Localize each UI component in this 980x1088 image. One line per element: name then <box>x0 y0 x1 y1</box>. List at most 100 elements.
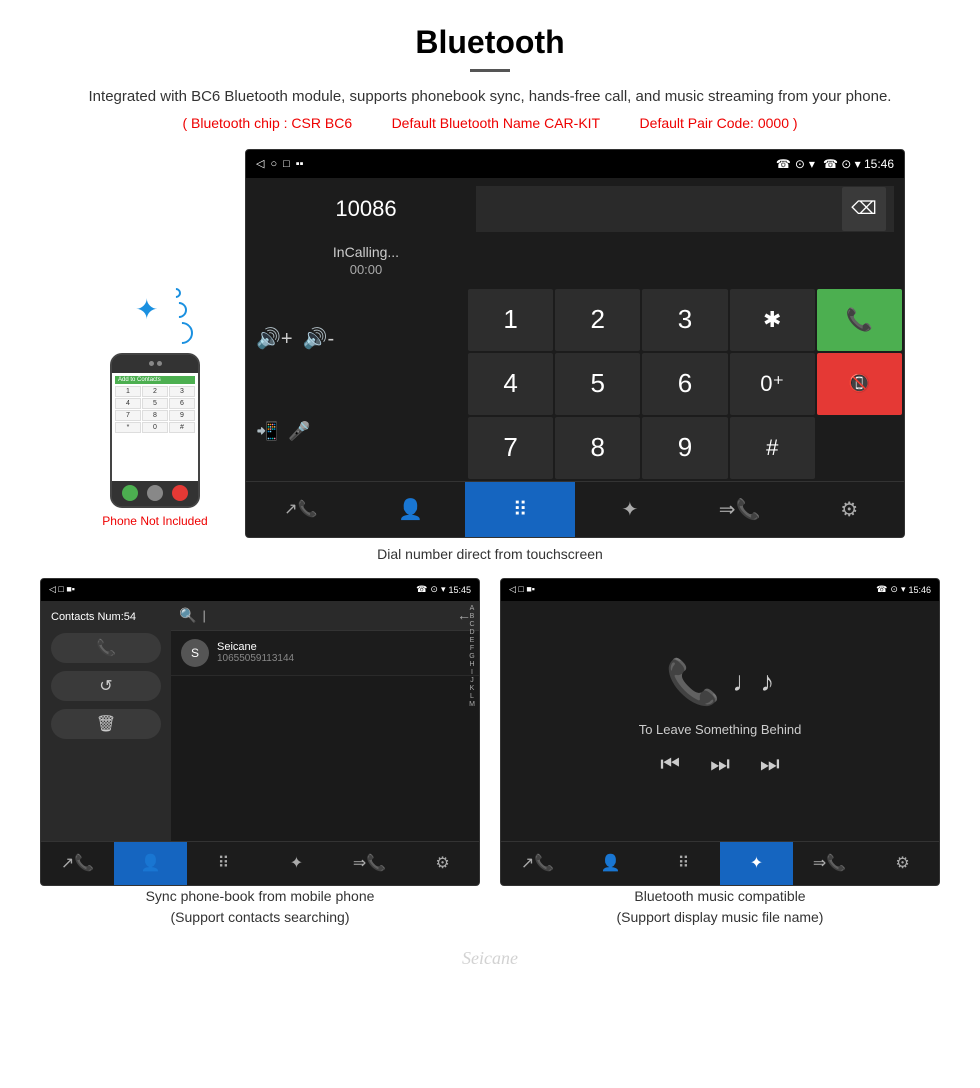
phone-mockup-left: ✦ Add to Contacts 1 2 3 4 5 6 <box>75 149 235 538</box>
contacts-wifi-icon: ▾ <box>441 584 446 595</box>
contacts-count: Contacts Num:54 <box>51 611 161 623</box>
music-time: 15:46 <box>908 585 931 595</box>
small-key[interactable]: 4 <box>115 398 141 409</box>
key-9[interactable]: 9 <box>642 417 727 479</box>
location-icon: ⊙ <box>795 157 805 171</box>
music-location-icon: ⊙ <box>890 584 898 595</box>
music-nav-transfer[interactable]: ⇒📞 <box>793 842 866 885</box>
music-nav-bt[interactable]: ✦ <box>720 842 793 885</box>
signal-lines-icon <box>171 288 193 344</box>
small-home-button[interactable] <box>147 485 163 501</box>
volume-up-icon[interactable]: 🔊+ <box>256 326 293 351</box>
small-key[interactable]: 5 <box>142 398 168 409</box>
nav-contacts[interactable]: 👤 <box>356 482 466 537</box>
page-description: Integrated with BC6 Bluetooth module, su… <box>20 86 960 109</box>
contact-details: Seicane 10655059113144 <box>217 641 294 664</box>
key-7[interactable]: 7 <box>468 417 553 479</box>
small-key[interactable]: 1 <box>115 386 141 397</box>
bluetooth-specs: ( Bluetooth chip : CSR BC6 Default Bluet… <box>20 115 960 131</box>
key-6[interactable]: 6 <box>642 353 727 415</box>
key-4[interactable]: 4 <box>468 353 553 415</box>
contacts-location-icon: ⊙ <box>430 584 438 595</box>
key-hash[interactable]: # <box>730 417 815 479</box>
nav-transfer[interactable]: ⇒📞 <box>685 482 795 537</box>
contacts-nav-dialpad[interactable]: ⠿ <box>187 842 260 885</box>
dial-number-area: 10086 <box>256 196 476 222</box>
contacts-sync-btn[interactable]: ↺ <box>51 671 161 701</box>
call-button[interactable]: 📞 <box>817 289 902 351</box>
back-icon: ◁ <box>256 157 264 170</box>
contact-number: 10655059113144 <box>217 653 294 664</box>
key-2[interactable]: 2 <box>555 289 640 351</box>
nav-dialpad[interactable]: ⠿ <box>465 482 575 537</box>
nav-phone-out[interactable]: ↗📞 <box>246 482 356 537</box>
small-key[interactable]: 7 <box>115 410 141 421</box>
notification-icons: ▪▪ <box>296 158 304 170</box>
key-star[interactable]: ✱ <box>730 289 815 351</box>
contacts-nav-bt[interactable]: ✦ <box>260 842 333 885</box>
phone-receiver-icon: 📞 <box>666 656 721 708</box>
contacts-nav-contacts[interactable]: 👤 <box>114 842 187 885</box>
search-cursor: | <box>202 608 205 623</box>
call-info-row: InCalling... 00:00 <box>246 240 904 287</box>
small-key[interactable]: 9 <box>169 410 195 421</box>
key-5[interactable]: 5 <box>555 353 640 415</box>
contacts-screen-wrap: ◁ □ ■▪ ☎ ⊙ ▾ 15:45 Contacts Num:54 📞 ↺ 🗑 <box>40 578 480 928</box>
small-key[interactable]: 2 <box>142 386 168 397</box>
contacts-main-wrapper: 🔍 | ← S Seicane 10655059113144 <box>171 601 479 841</box>
music-nav-phone[interactable]: ↗📞 <box>501 842 574 885</box>
phone-camera-icon <box>149 361 154 366</box>
dial-display: 10086 ⌫ <box>246 178 904 240</box>
call-timer: 00:00 <box>256 262 476 277</box>
key-0plus[interactable]: 0⁺ <box>730 353 815 415</box>
title-divider <box>470 69 510 72</box>
microphone-icon[interactable]: 🎤 <box>288 421 310 442</box>
dial-caption: Dial number direct from touchscreen <box>0 546 980 562</box>
small-key[interactable]: # <box>169 422 195 433</box>
nav-bluetooth[interactable]: ✦ <box>575 482 685 537</box>
bt-chip: ( Bluetooth chip : CSR BC6 <box>182 115 352 131</box>
volume-down-icon[interactable]: 🔊- <box>303 326 335 351</box>
contacts-android-screen: ◁ □ ■▪ ☎ ⊙ ▾ 15:45 Contacts Num:54 📞 ↺ 🗑 <box>40 578 480 886</box>
music-caption-line2: (Support display music file name) <box>617 909 824 925</box>
nav-settings[interactable]: ⚙ <box>794 482 904 537</box>
page-header: Bluetooth Integrated with BC6 Bluetooth … <box>0 0 980 149</box>
small-phone-screen: Add to Contacts 1 2 3 4 5 6 7 8 9 * 0 # <box>112 373 198 481</box>
contacts-bottom-nav: ↗📞 👤 ⠿ ✦ ⇒📞 ⚙ <box>41 841 479 885</box>
small-phone-bottom <box>112 481 198 506</box>
small-call-button[interactable] <box>122 485 138 501</box>
music-body: 📞 ♩♪ To Leave Something Behind ⏮ ⏭ ⏭ <box>501 601 939 841</box>
contacts-nav-gear[interactable]: ⚙ <box>406 842 479 885</box>
small-key[interactable]: * <box>115 422 141 433</box>
play-pause-button[interactable]: ⏭ <box>710 751 730 777</box>
key-8[interactable]: 8 <box>555 417 640 479</box>
small-key[interactable]: 0 <box>142 422 168 433</box>
small-key[interactable]: 8 <box>142 410 168 421</box>
music-controls: ⏮ ⏭ ⏭ <box>660 751 779 777</box>
key-3[interactable]: 3 <box>642 289 727 351</box>
contacts-nav-transfer[interactable]: ⇒📞 <box>333 842 406 885</box>
next-track-button[interactable]: ⏭ <box>760 751 780 777</box>
dial-input-area[interactable]: ⌫ <box>476 186 894 232</box>
small-key[interactable]: 3 <box>169 386 195 397</box>
end-call-button[interactable]: 📵 <box>817 353 902 415</box>
keypad-left-controls: 🔊+ 🔊- 📲 🎤 <box>246 287 466 481</box>
dial-section: ✦ Add to Contacts 1 2 3 4 5 6 <box>0 149 980 538</box>
small-key[interactable]: 6 <box>169 398 195 409</box>
key-1[interactable]: 1 <box>468 289 553 351</box>
contacts-nav-phone[interactable]: ↗📞 <box>41 842 114 885</box>
music-nav-gear[interactable]: ⚙ <box>866 842 939 885</box>
music-nav-dialpad[interactable]: ⠿ <box>647 842 720 885</box>
music-nav-contacts[interactable]: 👤 <box>574 842 647 885</box>
contacts-caption: Sync phone-book from mobile phone (Suppo… <box>40 886 480 928</box>
backspace-button[interactable]: ⌫ <box>842 187 886 231</box>
small-end-button[interactable] <box>172 485 188 501</box>
transfer-icon[interactable]: 📲 <box>256 421 278 442</box>
contact-item[interactable]: S Seicane 10655059113144 <box>171 631 479 676</box>
prev-track-button[interactable]: ⏮ <box>660 751 680 777</box>
music-caption-line1: Bluetooth music compatible <box>634 888 805 904</box>
contacts-delete-btn[interactable]: 🗑 <box>51 709 161 739</box>
contacts-caption-line2: (Support contacts searching) <box>171 909 350 925</box>
circle-icon: ○ <box>270 158 277 170</box>
contacts-call-btn[interactable]: 📞 <box>51 633 161 663</box>
